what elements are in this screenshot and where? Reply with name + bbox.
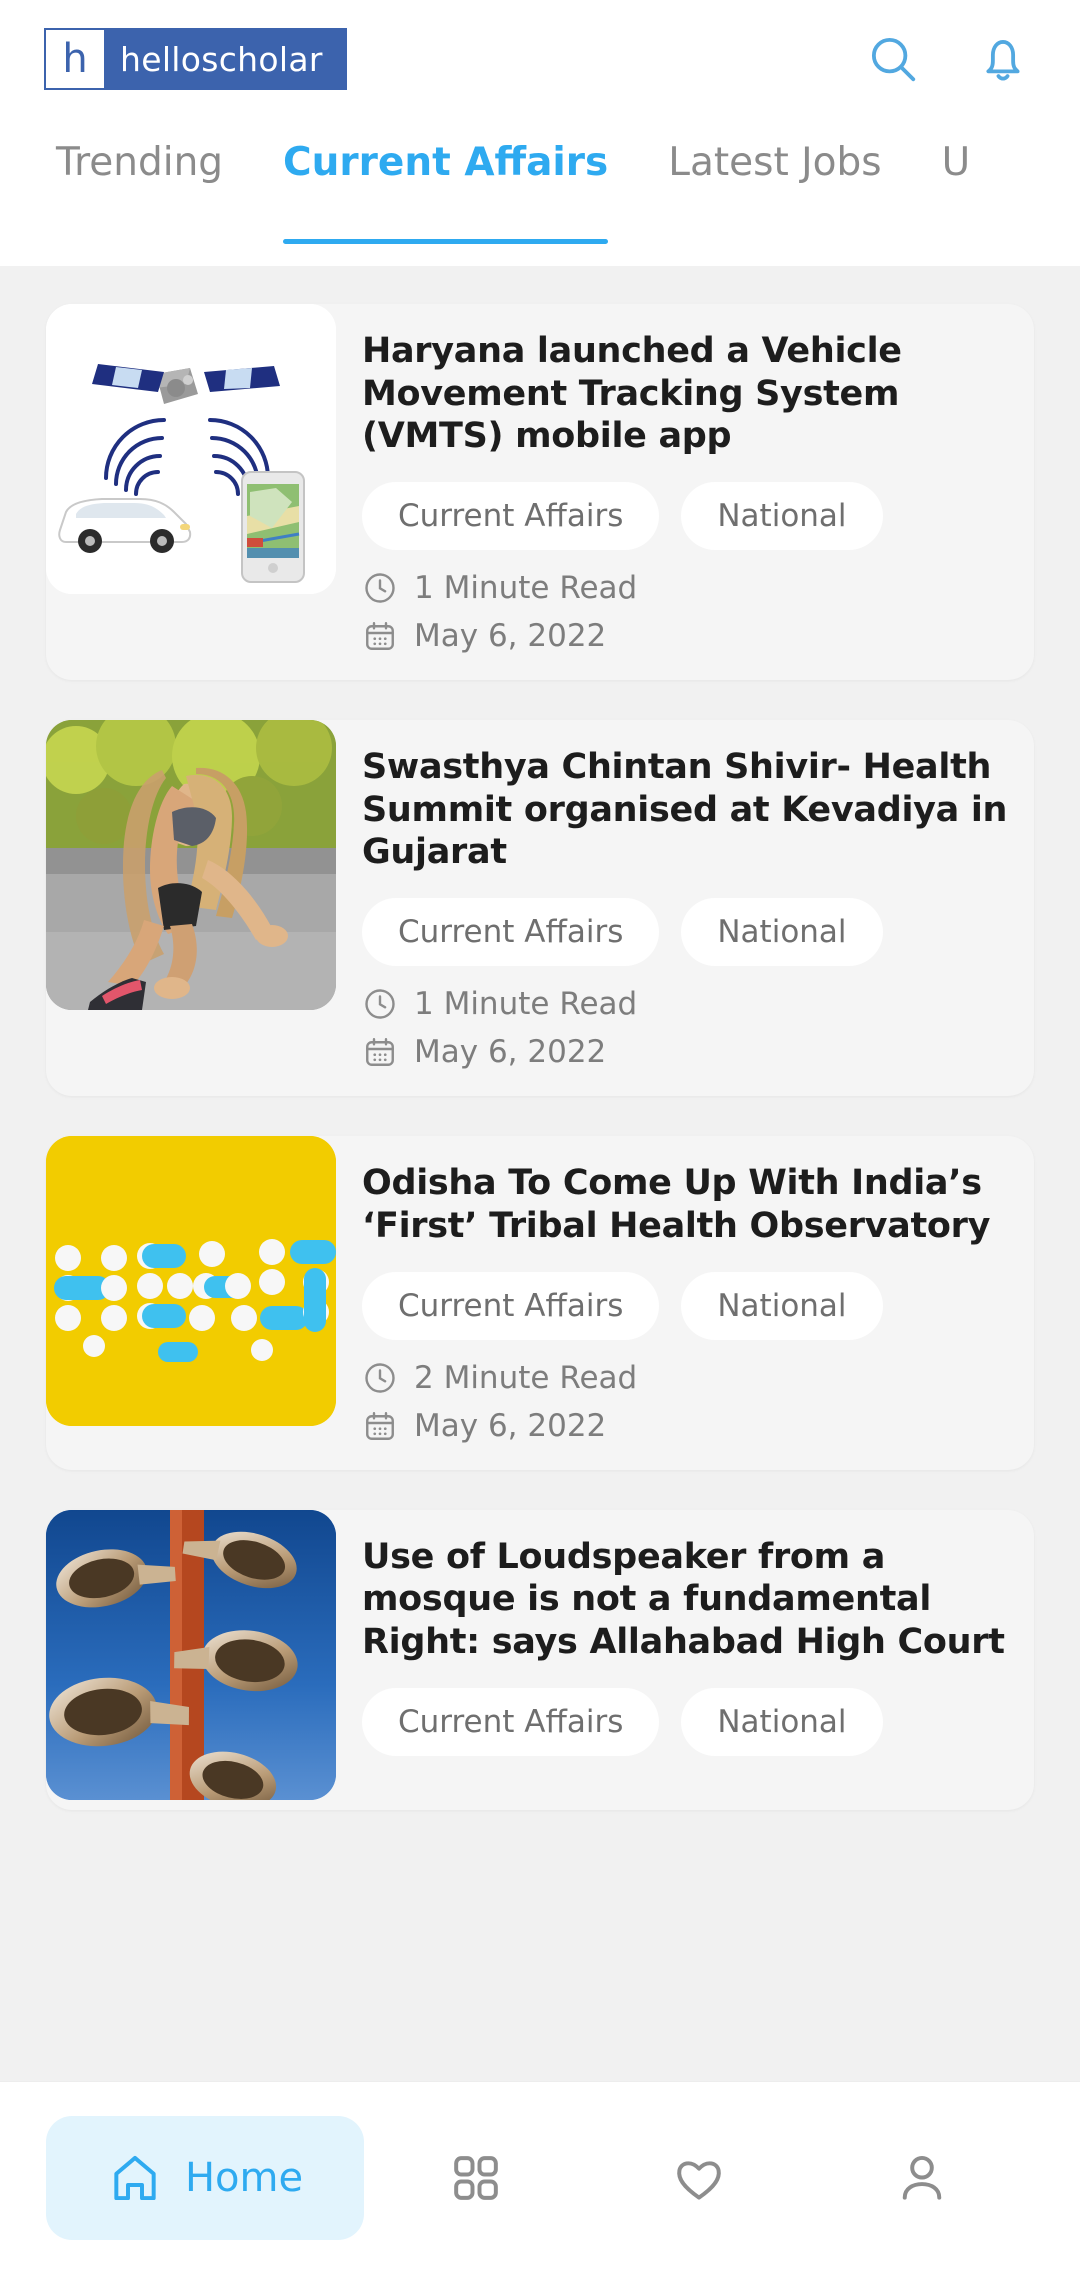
article-feed[interactable]: Haryana launched a Vehicle Movement Trac… xyxy=(0,266,1080,2273)
article-card[interactable]: Use of Loudspeaker from a mosque is not … xyxy=(46,1509,1034,1810)
runner-on-road-image xyxy=(46,720,336,1011)
nav-item-favourites[interactable] xyxy=(587,2116,810,2240)
article-card[interactable]: Swasthya Chintan Shivir- Health Summit o… xyxy=(46,720,1034,1097)
app-logo[interactable]: h helloscholar xyxy=(44,28,347,90)
clock-icon xyxy=(365,1362,395,1393)
article-tag[interactable]: Current Affairs xyxy=(362,482,660,551)
article-title: Swasthya Chintan Shivir- Health Summit o… xyxy=(362,747,1008,873)
thumb-illustration xyxy=(46,720,336,1011)
article-tag[interactable]: Current Affairs xyxy=(362,1271,660,1340)
nav-item-profile[interactable] xyxy=(811,2116,1034,2240)
article-read-time: 1 Minute Read xyxy=(362,570,1024,606)
article-content: Swasthya Chintan Shivir- Health Summit o… xyxy=(336,720,1034,1096)
nav-label-home: Home xyxy=(184,2154,304,2201)
article-title: Haryana launched a Vehicle Movement Trac… xyxy=(362,331,902,457)
app-screen: h helloscholar Trending Current Affairs … xyxy=(0,0,1080,2273)
app-header: h helloscholar xyxy=(0,0,1080,118)
calendar-icon xyxy=(366,1038,394,1067)
date-label: May 6, 2022 xyxy=(414,618,607,655)
clock-icon xyxy=(365,573,395,603)
article-tag[interactable]: National xyxy=(681,482,883,551)
tab-partial[interactable]: U xyxy=(942,118,971,266)
read-time-label: 1 Minute Read xyxy=(414,570,638,607)
article-thumbnail xyxy=(46,1136,336,1427)
article-thumbnail xyxy=(46,1509,336,1800)
article-content: Odisha To Come Up With India’s ‘First’ T… xyxy=(336,1136,1034,1469)
satellite-vehicle-tracking-image xyxy=(46,304,336,594)
article-content: Haryana launched a Vehicle Movement Trac… xyxy=(336,304,1034,680)
heart-icon xyxy=(677,2160,721,2200)
bell-icon[interactable] xyxy=(976,32,1030,86)
logo-mark: h xyxy=(46,30,104,88)
bottom-navigation: Home xyxy=(0,2081,1080,2273)
article-read-time: 1 Minute Read xyxy=(362,986,1024,1022)
article-tag[interactable]: National xyxy=(681,1271,883,1340)
thumb-illustration xyxy=(46,304,336,594)
article-card[interactable]: Haryana launched a Vehicle Movement Trac… xyxy=(46,304,1034,681)
article-date: May 6, 2022 xyxy=(362,1408,1024,1444)
article-thumbnail xyxy=(46,720,336,1011)
calendar-icon xyxy=(366,622,394,651)
calendar-icon xyxy=(366,1411,394,1440)
category-tabs: Trending Current Affairs Latest Jobs U xyxy=(0,118,1080,266)
grid-icon xyxy=(453,2155,498,2200)
article-tags: Current Affairs National xyxy=(362,482,1024,551)
article-tag[interactable]: Current Affairs xyxy=(362,1687,660,1756)
logo-wordmark: helloscholar xyxy=(104,30,345,88)
search-icon[interactable] xyxy=(866,32,920,86)
tab-current-affairs[interactable]: Current Affairs xyxy=(283,118,609,266)
article-tag[interactable]: National xyxy=(681,1687,883,1756)
article-tags: Current Affairs National xyxy=(362,1271,1024,1340)
article-date: May 6, 2022 xyxy=(362,618,1024,654)
article-date: May 6, 2022 xyxy=(362,1034,1024,1070)
loudspeakers-on-pole-image xyxy=(46,1509,336,1800)
read-time-label: 2 Minute Read xyxy=(414,1359,638,1396)
article-title: Odisha To Come Up With India’s ‘First’ T… xyxy=(362,1163,991,1246)
article-tags: Current Affairs National xyxy=(362,1687,1024,1756)
person-icon xyxy=(903,2155,942,2200)
tab-latest-jobs[interactable]: Latest Jobs xyxy=(668,118,881,266)
read-time-label: 1 Minute Read xyxy=(414,986,638,1023)
date-label: May 6, 2022 xyxy=(414,1407,607,1444)
health-pills-yellow-image xyxy=(46,1136,336,1427)
article-thumbnail xyxy=(46,304,336,594)
tab-trending[interactable]: Trending xyxy=(56,118,223,266)
thumb-illustration xyxy=(46,1136,336,1427)
nav-item-home[interactable]: Home xyxy=(46,2115,364,2240)
nav-item-categories[interactable] xyxy=(364,2116,587,2240)
article-card[interactable]: Odisha To Come Up With India’s ‘First’ T… xyxy=(46,1136,1034,1470)
home-icon xyxy=(114,2155,156,2200)
clock-icon xyxy=(365,989,395,1019)
article-tags: Current Affairs National xyxy=(362,898,1024,967)
article-content: Use of Loudspeaker from a mosque is not … xyxy=(336,1510,1034,1810)
article-tag[interactable]: National xyxy=(681,898,883,967)
header-actions xyxy=(866,32,1036,86)
thumb-illustration xyxy=(46,1509,336,1800)
date-label: May 6, 2022 xyxy=(414,1034,607,1071)
article-title: Use of Loudspeaker from a mosque is not … xyxy=(362,1536,1005,1662)
article-read-time: 2 Minute Read xyxy=(362,1360,1024,1396)
article-tag[interactable]: Current Affairs xyxy=(362,898,660,967)
